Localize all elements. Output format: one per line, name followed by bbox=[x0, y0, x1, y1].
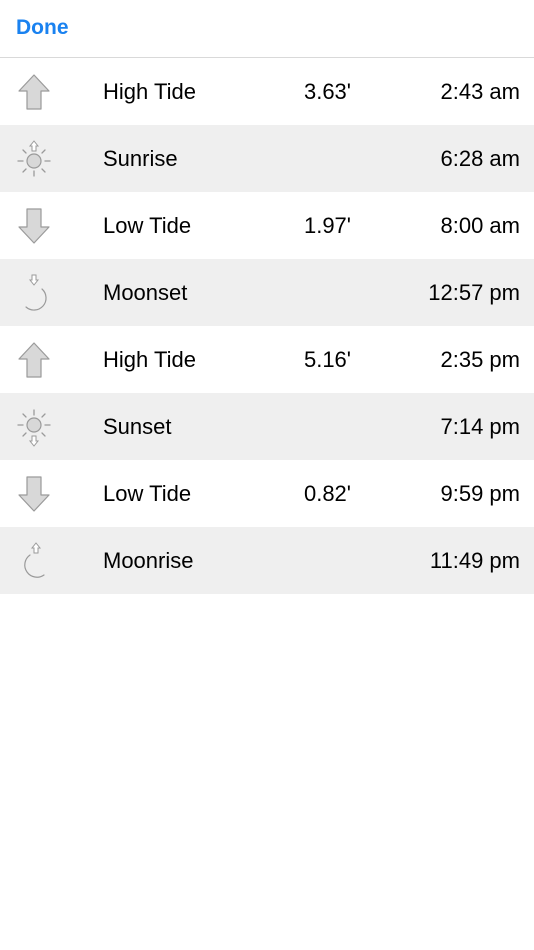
event-row[interactable]: High Tide 3.63' 2:43 am bbox=[0, 58, 534, 125]
event-time: 12:57 pm bbox=[428, 280, 520, 305]
sunset-icon bbox=[14, 407, 54, 447]
event-row[interactable]: Moonrise 11:49 pm bbox=[0, 527, 534, 594]
event-label: Moonrise bbox=[103, 548, 194, 573]
event-row[interactable]: High Tide 5.16' 2:35 pm bbox=[0, 326, 534, 393]
event-label: High Tide bbox=[103, 347, 196, 372]
event-time: 9:59 pm bbox=[440, 481, 521, 506]
event-tide-height: 3.63' bbox=[303, 79, 351, 104]
event-time: 2:35 pm bbox=[440, 347, 521, 372]
event-row[interactable]: Low Tide 0.82' 9:59 pm bbox=[0, 460, 534, 527]
event-time: 2:43 am bbox=[440, 79, 521, 104]
event-label: Sunset bbox=[103, 414, 172, 439]
event-time: 7:14 pm bbox=[440, 414, 521, 439]
event-time: 11:49 pm bbox=[429, 548, 520, 573]
event-row[interactable]: Low Tide 1.97' 8:00 am bbox=[0, 192, 534, 259]
tide-down-arrow-icon bbox=[14, 474, 54, 514]
event-time: 6:28 am bbox=[440, 146, 521, 171]
event-label: Sunrise bbox=[103, 146, 178, 171]
moonset-icon bbox=[14, 273, 54, 313]
navigation-bar: Done bbox=[0, 0, 534, 58]
event-tide-height: 1.97' bbox=[303, 213, 351, 238]
event-row[interactable]: Sunrise 6:28 am bbox=[0, 125, 534, 192]
tide-event-list: High Tide 3.63' 2:43 am Sunrise 6:28 am … bbox=[0, 58, 534, 594]
tide-down-arrow-icon bbox=[14, 206, 54, 246]
event-row[interactable]: Sunset 7:14 pm bbox=[0, 393, 534, 460]
event-tide-height: 0.82' bbox=[303, 481, 351, 506]
sunrise-icon bbox=[14, 139, 54, 179]
event-tide-height: 5.16' bbox=[303, 347, 351, 372]
event-time: 8:00 am bbox=[440, 213, 521, 238]
event-label: High Tide bbox=[103, 79, 196, 104]
event-label: Moonset bbox=[103, 280, 188, 305]
tide-up-arrow-icon bbox=[14, 72, 54, 112]
event-label: Low Tide bbox=[103, 481, 192, 506]
moonrise-icon bbox=[14, 541, 54, 581]
event-row[interactable]: Moonset 12:57 pm bbox=[0, 259, 534, 326]
tide-up-arrow-icon bbox=[14, 340, 54, 380]
event-label: Low Tide bbox=[103, 213, 192, 238]
done-button[interactable]: Done bbox=[16, 13, 69, 43]
